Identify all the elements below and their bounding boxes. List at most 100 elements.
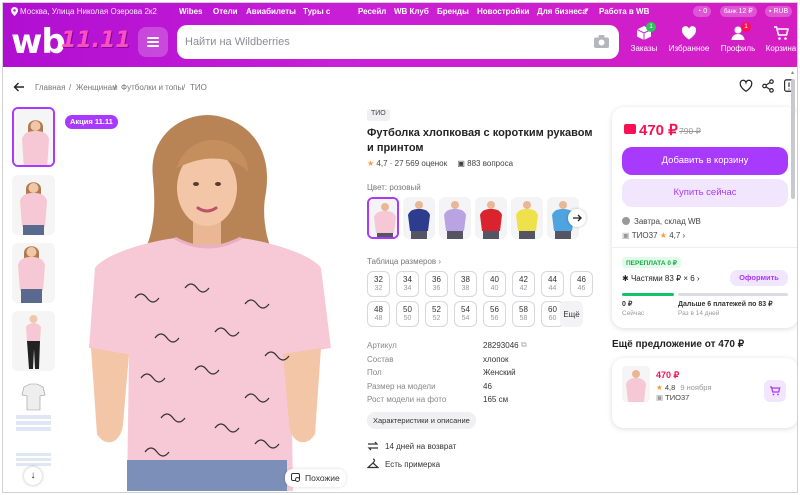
share-icon[interactable] xyxy=(761,79,775,93)
wb-logo[interactable]: wb 11.11 xyxy=(11,20,131,62)
seller-icon: ▣ xyxy=(656,393,666,402)
back-arrow-icon[interactable] xyxy=(13,81,25,93)
size-label: 48 xyxy=(374,305,383,314)
size-option[interactable]: 58 58 xyxy=(512,301,535,327)
seller-row[interactable]: ▣ ТИО37 ★ 4,7 › xyxy=(622,231,685,240)
size-option[interactable]: 38 38 xyxy=(454,271,477,297)
more-sizes-button[interactable]: Ещё xyxy=(560,301,583,327)
main-product-image[interactable] xyxy=(65,108,350,491)
delivery-address[interactable]: Москва, Улица Николая Озерова 2к2 xyxy=(20,7,157,16)
spec-key: Состав xyxy=(367,354,394,364)
gallery-thumb[interactable] xyxy=(12,243,55,303)
topnav-brands[interactable]: Бренды xyxy=(437,7,469,16)
size-option[interactable]: 32 32 xyxy=(367,271,390,297)
search-input[interactable] xyxy=(185,33,565,51)
favorites-button[interactable]: Избранное xyxy=(667,25,711,53)
cart-icon xyxy=(770,386,781,396)
size-option[interactable]: 34 34 xyxy=(396,271,419,297)
camera-search-icon[interactable] xyxy=(594,35,609,48)
size-option[interactable]: 42 42 xyxy=(512,271,535,297)
topnav-wibes[interactable]: Wibes xyxy=(179,7,203,16)
size-option[interactable]: 46 46 xyxy=(570,271,593,297)
size-table-label: Таблица размеров xyxy=(367,257,437,266)
profile-label: Профиль xyxy=(720,44,756,53)
bank-pill[interactable]: банк 12 ₽ xyxy=(720,6,757,17)
installments-row[interactable]: ✱ Частями 83 ₽ × 6 › xyxy=(622,274,700,283)
size-option[interactable]: 52 52 xyxy=(425,301,448,327)
size-option[interactable]: 40 40 xyxy=(483,271,506,297)
page-scrollbar[interactable]: ▴ xyxy=(789,69,797,492)
wallet-balance: 0 xyxy=(703,8,708,15)
similar-button[interactable]: Похожие xyxy=(285,469,346,487)
size-option[interactable]: 54 54 xyxy=(454,301,477,327)
seller-name: ТИО37 xyxy=(631,231,658,240)
color-swatch[interactable] xyxy=(403,197,435,239)
size-ru-label: 38 xyxy=(461,285,470,292)
gallery-thumb[interactable] xyxy=(12,175,55,235)
topnav-flights[interactable]: Авиабилеты xyxy=(246,7,296,16)
topnav-wb-club[interactable]: WB Клуб xyxy=(394,7,429,16)
gallery-thumb[interactable] xyxy=(12,311,55,371)
profile-button[interactable]: 1 Профиль xyxy=(719,22,757,53)
spec-key: Артикул xyxy=(367,341,397,350)
add-to-cart-button[interactable]: Добавить в корзину xyxy=(622,147,788,175)
topnav-new-buildings[interactable]: Новостройки xyxy=(477,7,529,16)
scroll-up-icon[interactable]: ▴ xyxy=(791,69,795,77)
crumb-tshirts[interactable]: Футболки и топы xyxy=(121,83,183,92)
color-swatch[interactable] xyxy=(367,197,399,239)
size-option[interactable]: 56 56 xyxy=(483,301,506,327)
swatch-photo-image xyxy=(369,199,397,237)
brand-badge[interactable]: ТИО xyxy=(367,109,390,121)
orders-label: Заказы xyxy=(630,44,658,53)
rating-row[interactable]: ★ 4,7 · 27 569 оценок ▣ 883 вопроса xyxy=(367,159,513,168)
color-swatch[interactable] xyxy=(511,197,543,239)
delivery-row: Завтра, склад WB xyxy=(622,217,701,226)
gallery-thumb[interactable] xyxy=(12,107,55,167)
offer-card[interactable]: 470 ₽ ★ 4,8 9 ноября ▣ ТИО37 xyxy=(612,358,797,428)
crumb-women[interactable]: Женщинам xyxy=(76,83,118,92)
color-swatch[interactable] xyxy=(475,197,507,239)
size-label: 34 xyxy=(403,275,412,284)
buy-now-button[interactable]: Купить сейчас xyxy=(622,179,788,207)
size-table-link[interactable]: Таблица размеров › xyxy=(367,257,441,266)
installments-label: Частями 83 ₽ × 6 xyxy=(630,274,695,283)
cart-button[interactable]: Корзина xyxy=(764,25,797,53)
scroll-down-arrow-icon[interactable]: ↓ xyxy=(24,467,42,485)
size-option[interactable]: 48 48 xyxy=(367,301,390,327)
topnav-hotels[interactable]: Отели xyxy=(213,7,238,16)
crumb-home[interactable]: Главная xyxy=(35,83,65,92)
size-option[interactable]: 36 36 xyxy=(425,271,448,297)
favorite-heart-icon[interactable] xyxy=(739,79,753,93)
size-ru-label: 42 xyxy=(519,285,528,292)
topnav-tours[interactable]: Туры с xyxy=(303,7,330,16)
gallery-thumb[interactable] xyxy=(12,379,55,439)
swatch-next-button[interactable] xyxy=(568,209,586,227)
topnav-business[interactable]: Для бизнеса xyxy=(537,7,587,16)
menu-line xyxy=(147,41,159,43)
scroll-thumb[interactable] xyxy=(791,79,795,199)
topnav-resale[interactable]: Ресейл xyxy=(358,7,386,16)
size-ru-label: 44 xyxy=(548,285,557,292)
size-option[interactable]: 50 50 xyxy=(396,301,419,327)
size-ru-label: 50 xyxy=(403,315,412,322)
size-option[interactable]: 44 44 xyxy=(541,271,564,297)
size-label: 32 xyxy=(374,275,383,284)
questions-count[interactable]: 883 вопроса xyxy=(467,159,513,168)
characteristics-button[interactable]: Характеристики и описание xyxy=(367,412,476,429)
color-swatch[interactable] xyxy=(439,197,471,239)
crumb-brand[interactable]: ТИО xyxy=(190,83,207,92)
spec-key: Рост модели на фото xyxy=(367,395,447,404)
currency-pill[interactable]: ▪ RUB xyxy=(765,6,793,17)
gallery-thumb[interactable]: ↓ xyxy=(12,447,55,492)
currency-code: RUB xyxy=(773,8,789,15)
cart-icon xyxy=(774,26,789,40)
wallet-pill[interactable]: ◔ 0 xyxy=(693,6,712,17)
orders-button[interactable]: 1 Заказы xyxy=(629,22,659,53)
menu-button[interactable] xyxy=(138,27,168,57)
installments-apply-button[interactable]: Оформить xyxy=(730,270,788,286)
spec-value: 28293046 xyxy=(483,341,519,350)
topnav-work[interactable]: Работа в WB xyxy=(599,7,649,16)
hanger-icon xyxy=(366,458,380,469)
pay-now-label: Сейчас xyxy=(622,310,645,317)
offer-add-to-cart-button[interactable] xyxy=(764,380,786,402)
